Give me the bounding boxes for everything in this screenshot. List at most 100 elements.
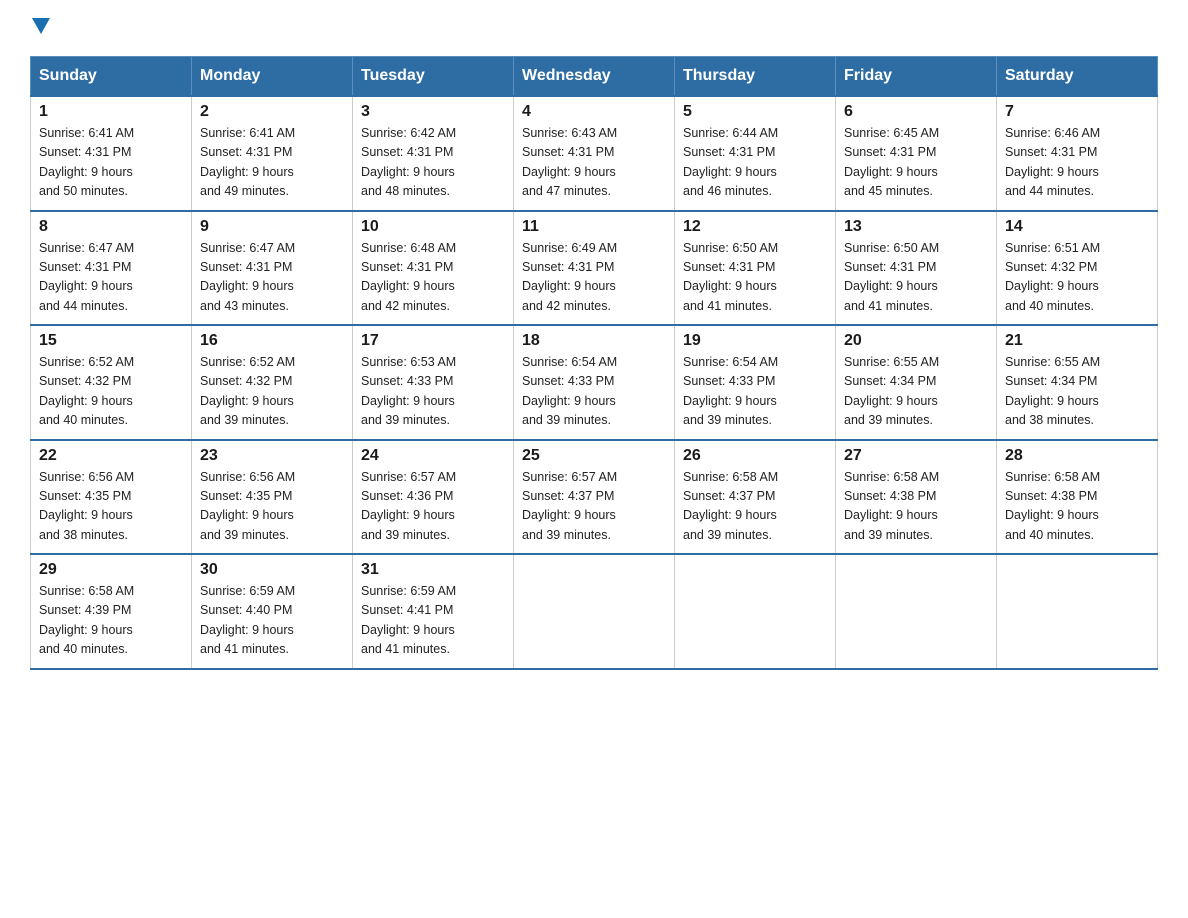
- day-info: Sunrise: 6:52 AMSunset: 4:32 PMDaylight:…: [39, 355, 134, 427]
- day-info: Sunrise: 6:55 AMSunset: 4:34 PMDaylight:…: [1005, 355, 1100, 427]
- calendar-cell: 10 Sunrise: 6:48 AMSunset: 4:31 PMDaylig…: [353, 211, 514, 326]
- day-number: 1: [39, 103, 183, 121]
- day-number: 19: [683, 332, 827, 350]
- calendar-cell: [514, 554, 675, 669]
- day-info: Sunrise: 6:58 AMSunset: 4:37 PMDaylight:…: [683, 470, 778, 542]
- day-number: 29: [39, 561, 183, 579]
- day-header-sunday: Sunday: [31, 57, 192, 97]
- calendar-cell: 6 Sunrise: 6:45 AMSunset: 4:31 PMDayligh…: [836, 96, 997, 211]
- day-header-wednesday: Wednesday: [514, 57, 675, 97]
- calendar-cell: 19 Sunrise: 6:54 AMSunset: 4:33 PMDaylig…: [675, 325, 836, 440]
- calendar-cell: 11 Sunrise: 6:49 AMSunset: 4:31 PMDaylig…: [514, 211, 675, 326]
- day-number: 6: [844, 103, 988, 121]
- calendar-cell: 29 Sunrise: 6:58 AMSunset: 4:39 PMDaylig…: [31, 554, 192, 669]
- day-number: 9: [200, 218, 344, 236]
- day-header-thursday: Thursday: [675, 57, 836, 97]
- calendar-cell: 31 Sunrise: 6:59 AMSunset: 4:41 PMDaylig…: [353, 554, 514, 669]
- day-number: 5: [683, 103, 827, 121]
- day-header-friday: Friday: [836, 57, 997, 97]
- calendar-week-row: 15 Sunrise: 6:52 AMSunset: 4:32 PMDaylig…: [31, 325, 1158, 440]
- day-info: Sunrise: 6:49 AMSunset: 4:31 PMDaylight:…: [522, 241, 617, 313]
- calendar-cell: 16 Sunrise: 6:52 AMSunset: 4:32 PMDaylig…: [192, 325, 353, 440]
- day-info: Sunrise: 6:58 AMSunset: 4:38 PMDaylight:…: [1005, 470, 1100, 542]
- calendar-header-row: SundayMondayTuesdayWednesdayThursdayFrid…: [31, 57, 1158, 97]
- day-number: 21: [1005, 332, 1149, 350]
- calendar-cell: 18 Sunrise: 6:54 AMSunset: 4:33 PMDaylig…: [514, 325, 675, 440]
- day-number: 24: [361, 447, 505, 465]
- calendar-cell: 7 Sunrise: 6:46 AMSunset: 4:31 PMDayligh…: [997, 96, 1158, 211]
- day-info: Sunrise: 6:48 AMSunset: 4:31 PMDaylight:…: [361, 241, 456, 313]
- day-number: 28: [1005, 447, 1149, 465]
- day-info: Sunrise: 6:44 AMSunset: 4:31 PMDaylight:…: [683, 126, 778, 198]
- day-number: 27: [844, 447, 988, 465]
- calendar-cell: 30 Sunrise: 6:59 AMSunset: 4:40 PMDaylig…: [192, 554, 353, 669]
- day-info: Sunrise: 6:45 AMSunset: 4:31 PMDaylight:…: [844, 126, 939, 198]
- day-number: 16: [200, 332, 344, 350]
- page-header: [30, 20, 1158, 36]
- day-info: Sunrise: 6:54 AMSunset: 4:33 PMDaylight:…: [683, 355, 778, 427]
- calendar-cell: 13 Sunrise: 6:50 AMSunset: 4:31 PMDaylig…: [836, 211, 997, 326]
- calendar-cell: 9 Sunrise: 6:47 AMSunset: 4:31 PMDayligh…: [192, 211, 353, 326]
- day-number: 13: [844, 218, 988, 236]
- day-info: Sunrise: 6:56 AMSunset: 4:35 PMDaylight:…: [39, 470, 134, 542]
- calendar-cell: 15 Sunrise: 6:52 AMSunset: 4:32 PMDaylig…: [31, 325, 192, 440]
- calendar-cell: [997, 554, 1158, 669]
- day-number: 7: [1005, 103, 1149, 121]
- calendar-cell: 5 Sunrise: 6:44 AMSunset: 4:31 PMDayligh…: [675, 96, 836, 211]
- calendar-cell: [675, 554, 836, 669]
- day-info: Sunrise: 6:58 AMSunset: 4:39 PMDaylight:…: [39, 584, 134, 656]
- day-number: 3: [361, 103, 505, 121]
- day-number: 15: [39, 332, 183, 350]
- calendar-cell: 25 Sunrise: 6:57 AMSunset: 4:37 PMDaylig…: [514, 440, 675, 555]
- calendar-cell: 22 Sunrise: 6:56 AMSunset: 4:35 PMDaylig…: [31, 440, 192, 555]
- day-number: 8: [39, 218, 183, 236]
- calendar-week-row: 1 Sunrise: 6:41 AMSunset: 4:31 PMDayligh…: [31, 96, 1158, 211]
- day-info: Sunrise: 6:55 AMSunset: 4:34 PMDaylight:…: [844, 355, 939, 427]
- day-info: Sunrise: 6:41 AMSunset: 4:31 PMDaylight:…: [39, 126, 134, 198]
- day-number: 31: [361, 561, 505, 579]
- calendar-cell: 14 Sunrise: 6:51 AMSunset: 4:32 PMDaylig…: [997, 211, 1158, 326]
- day-number: 12: [683, 218, 827, 236]
- day-info: Sunrise: 6:46 AMSunset: 4:31 PMDaylight:…: [1005, 126, 1100, 198]
- day-info: Sunrise: 6:50 AMSunset: 4:31 PMDaylight:…: [683, 241, 778, 313]
- day-number: 22: [39, 447, 183, 465]
- day-number: 25: [522, 447, 666, 465]
- day-info: Sunrise: 6:54 AMSunset: 4:33 PMDaylight:…: [522, 355, 617, 427]
- day-number: 30: [200, 561, 344, 579]
- calendar-week-row: 8 Sunrise: 6:47 AMSunset: 4:31 PMDayligh…: [31, 211, 1158, 326]
- day-info: Sunrise: 6:47 AMSunset: 4:31 PMDaylight:…: [200, 241, 295, 313]
- day-header-monday: Monday: [192, 57, 353, 97]
- day-info: Sunrise: 6:47 AMSunset: 4:31 PMDaylight:…: [39, 241, 134, 313]
- day-info: Sunrise: 6:52 AMSunset: 4:32 PMDaylight:…: [200, 355, 295, 427]
- day-number: 17: [361, 332, 505, 350]
- day-number: 4: [522, 103, 666, 121]
- day-number: 2: [200, 103, 344, 121]
- day-header-saturday: Saturday: [997, 57, 1158, 97]
- calendar-cell: 24 Sunrise: 6:57 AMSunset: 4:36 PMDaylig…: [353, 440, 514, 555]
- day-info: Sunrise: 6:58 AMSunset: 4:38 PMDaylight:…: [844, 470, 939, 542]
- calendar-week-row: 22 Sunrise: 6:56 AMSunset: 4:35 PMDaylig…: [31, 440, 1158, 555]
- day-info: Sunrise: 6:57 AMSunset: 4:37 PMDaylight:…: [522, 470, 617, 542]
- day-info: Sunrise: 6:42 AMSunset: 4:31 PMDaylight:…: [361, 126, 456, 198]
- calendar-cell: 28 Sunrise: 6:58 AMSunset: 4:38 PMDaylig…: [997, 440, 1158, 555]
- day-info: Sunrise: 6:59 AMSunset: 4:40 PMDaylight:…: [200, 584, 295, 656]
- calendar-table: SundayMondayTuesdayWednesdayThursdayFrid…: [30, 56, 1158, 670]
- day-info: Sunrise: 6:56 AMSunset: 4:35 PMDaylight:…: [200, 470, 295, 542]
- day-info: Sunrise: 6:50 AMSunset: 4:31 PMDaylight:…: [844, 241, 939, 313]
- day-info: Sunrise: 6:53 AMSunset: 4:33 PMDaylight:…: [361, 355, 456, 427]
- calendar-cell: 20 Sunrise: 6:55 AMSunset: 4:34 PMDaylig…: [836, 325, 997, 440]
- day-number: 20: [844, 332, 988, 350]
- day-number: 11: [522, 218, 666, 236]
- logo-triangle-icon: [32, 18, 50, 34]
- calendar-cell: 27 Sunrise: 6:58 AMSunset: 4:38 PMDaylig…: [836, 440, 997, 555]
- day-number: 23: [200, 447, 344, 465]
- day-number: 18: [522, 332, 666, 350]
- calendar-cell: [836, 554, 997, 669]
- day-info: Sunrise: 6:43 AMSunset: 4:31 PMDaylight:…: [522, 126, 617, 198]
- calendar-cell: 2 Sunrise: 6:41 AMSunset: 4:31 PMDayligh…: [192, 96, 353, 211]
- calendar-week-row: 29 Sunrise: 6:58 AMSunset: 4:39 PMDaylig…: [31, 554, 1158, 669]
- day-number: 14: [1005, 218, 1149, 236]
- calendar-cell: 26 Sunrise: 6:58 AMSunset: 4:37 PMDaylig…: [675, 440, 836, 555]
- day-info: Sunrise: 6:57 AMSunset: 4:36 PMDaylight:…: [361, 470, 456, 542]
- day-info: Sunrise: 6:41 AMSunset: 4:31 PMDaylight:…: [200, 126, 295, 198]
